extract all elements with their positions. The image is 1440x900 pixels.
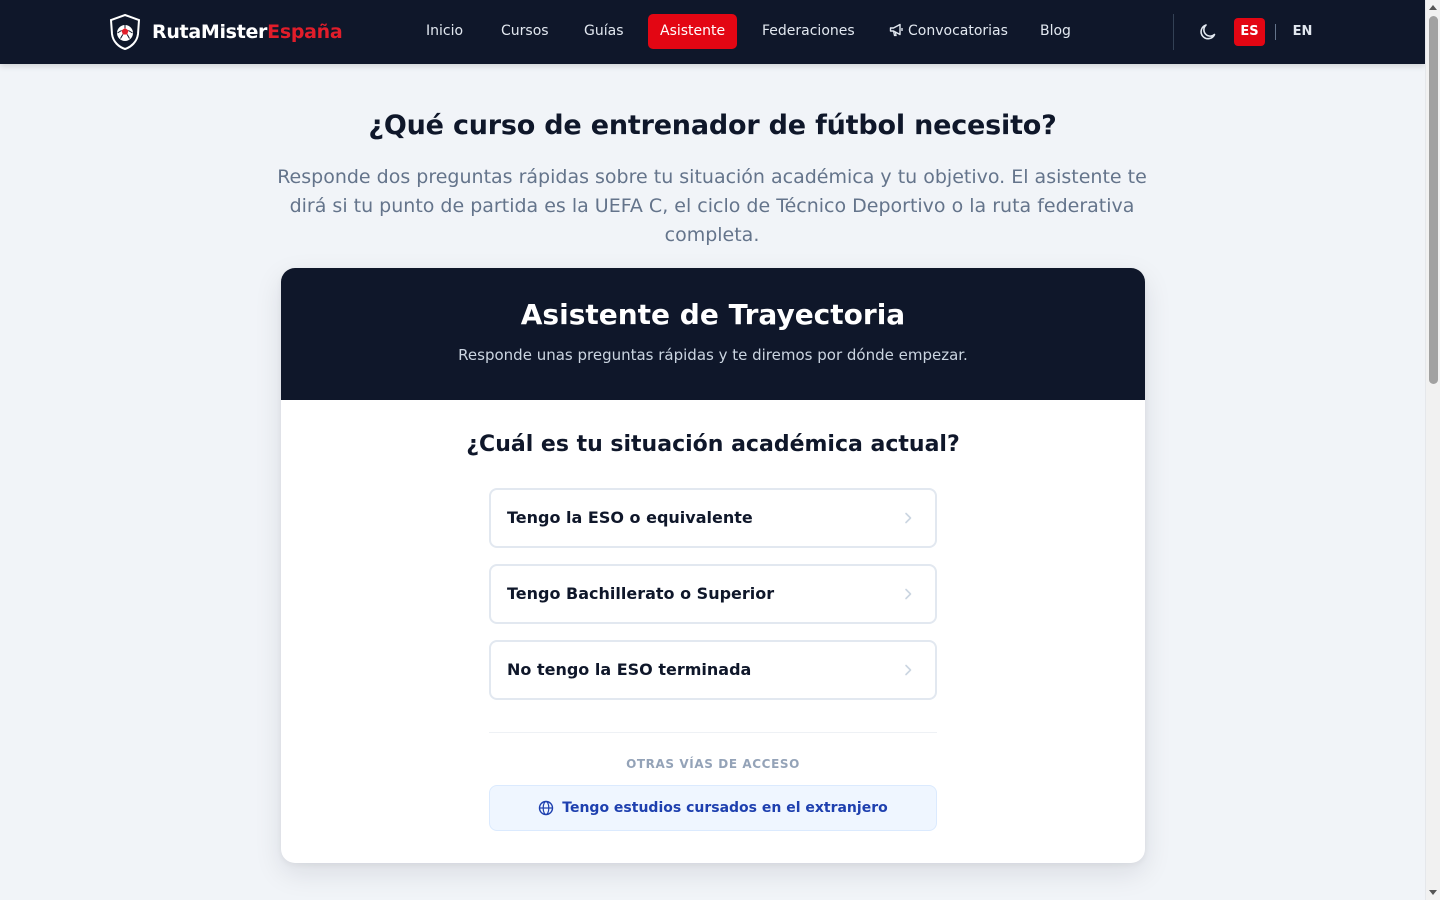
- nav-item-inicio[interactable]: Inicio: [414, 14, 475, 49]
- nav-item-federaciones[interactable]: Federaciones: [750, 14, 867, 49]
- option-label: Tengo la ESO o equivalente: [507, 508, 753, 527]
- nav-item-convocatorias[interactable]: Convocatorias: [877, 14, 1020, 49]
- chevron-right-icon: [905, 512, 912, 524]
- option-bachillerato[interactable]: Tengo Bachillerato o Superior: [489, 564, 937, 624]
- wizard-title: Asistente de Trayectoria: [520, 298, 906, 331]
- option-sin-eso[interactable]: No tengo la ESO terminada: [489, 640, 937, 700]
- theme-toggle-button[interactable]: [1196, 20, 1220, 44]
- lang-divider: [1275, 24, 1276, 40]
- other-access-label: OTRAS VÍAS DE ACCESO: [626, 757, 800, 771]
- nav-item-cursos[interactable]: Cursos: [489, 14, 561, 49]
- scroll-up-arrow-icon[interactable]: [1429, 5, 1437, 10]
- moon-icon: [1200, 24, 1216, 40]
- option-eso[interactable]: Tengo la ESO o equivalente: [489, 488, 937, 548]
- wizard-question: ¿Cuál es tu situación académica actual?: [466, 432, 960, 457]
- foreign-studies-button[interactable]: Tengo estudios cursados en el extranjero: [489, 785, 937, 831]
- chevron-right-icon: [905, 588, 912, 600]
- megaphone-icon: [889, 23, 903, 37]
- option-label: Tengo Bachillerato o Superior: [507, 584, 775, 603]
- page-scrollbar[interactable]: [1425, 0, 1440, 900]
- page-title: ¿Qué curso de entrenador de fútbol neces…: [368, 110, 1057, 141]
- options-divider: [489, 732, 937, 733]
- nav-divider: [1173, 14, 1174, 50]
- globe-icon: [539, 800, 554, 816]
- nav-item-blog[interactable]: Blog: [1028, 14, 1083, 49]
- chevron-right-icon: [905, 664, 912, 676]
- nav-item-convocatorias-label: Convocatorias: [908, 23, 1008, 39]
- foreign-studies-label: Tengo estudios cursados en el extranjero: [562, 800, 888, 816]
- nav-item-guias[interactable]: Guías: [572, 14, 635, 49]
- nav-item-asistente[interactable]: Asistente: [648, 14, 738, 49]
- scroll-thumb[interactable]: [1429, 16, 1438, 384]
- option-label: No tengo la ESO terminada: [507, 660, 752, 679]
- trajectory-wizard-card: Asistente de Trayectoria Responde unas p…: [281, 268, 1145, 863]
- wizard-subtitle: Responde unas preguntas rápidas y te dir…: [458, 346, 968, 364]
- scroll-down-arrow-icon[interactable]: [1429, 890, 1437, 895]
- lang-en-button[interactable]: EN: [1287, 18, 1318, 46]
- top-navbar: RutaMisterEspaña Inicio Cursos Guías Asi…: [0, 0, 1425, 64]
- page-subtitle: Responde dos preguntas rápidas sobre tu …: [277, 166, 1147, 246]
- lang-es-button[interactable]: ES: [1234, 18, 1265, 46]
- wizard-header: Asistente de Trayectoria Responde unas p…: [281, 268, 1145, 400]
